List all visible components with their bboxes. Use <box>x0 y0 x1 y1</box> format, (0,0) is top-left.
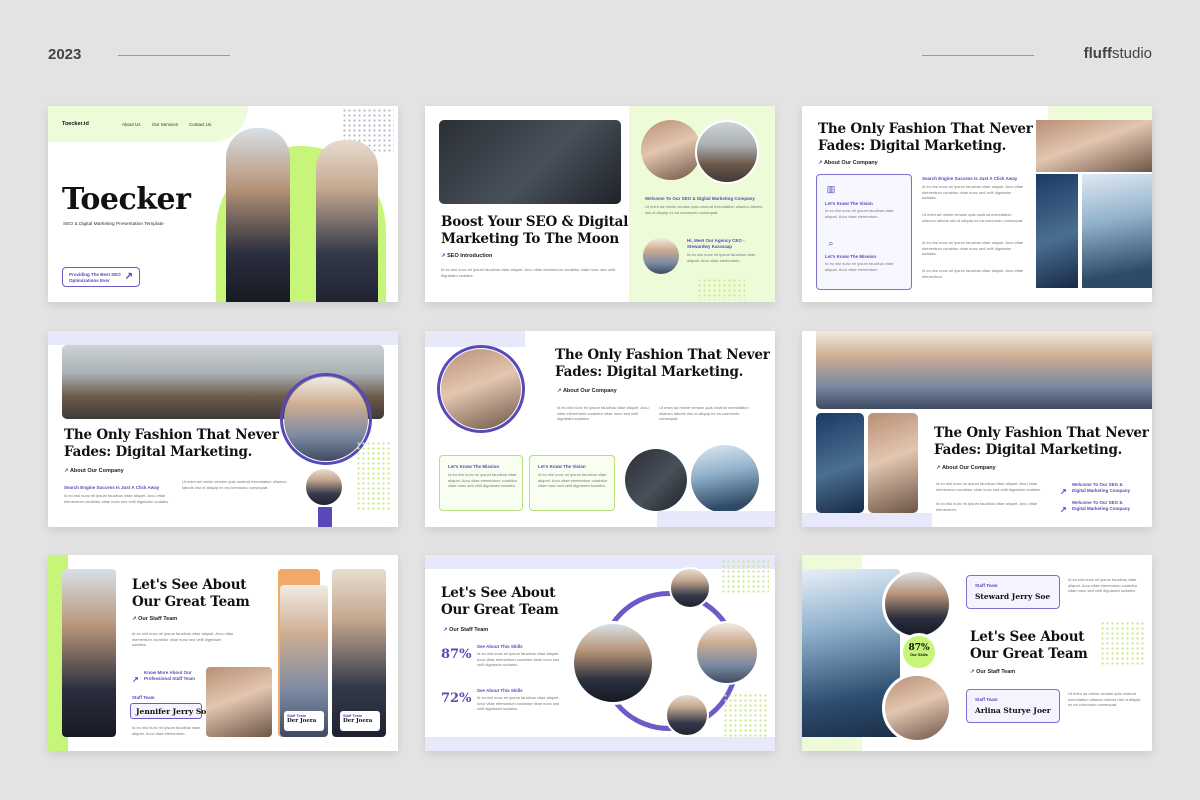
slide4-tag: ↗ About Our Company <box>64 468 124 474</box>
slide-team-skills[interactable]: Let's See About Our Great Team ↗ Our Staf… <box>425 555 775 751</box>
stat-87: 87% <box>441 647 472 662</box>
slide4-title: The Only Fashion That Never Fades: Digita… <box>64 427 279 460</box>
slide-team-steward[interactable]: 87% Our Skills Staff Team Steward Jerry … <box>802 555 1152 751</box>
slide-fashion-links[interactable]: The Only Fashion That Never Fades: Digita… <box>802 331 1152 527</box>
slide2-welcome: Welcome To Our SEO & Digital Marketing C… <box>645 196 755 201</box>
nav-about[interactable]: About Us <box>122 122 141 127</box>
photo-circle-woman-2 <box>695 621 759 685</box>
header-divider-left <box>118 55 230 56</box>
skill-badge: 87% Our Skills <box>900 633 938 671</box>
slide2-tag: ↗ SEO Introduction <box>441 253 493 259</box>
slide5-tag: ↗ About Our Company <box>557 388 617 394</box>
staff-card-jennifer: Staff Team Jennifer Jerry Soe <box>130 695 211 723</box>
nav-services[interactable]: Our Services <box>152 122 178 127</box>
photo-desk-worker <box>206 667 272 737</box>
staff-card-der-joera-1: Staff Team Der Joera <box>284 711 324 731</box>
photo-blue-chair <box>816 413 864 513</box>
year-label: 2023 <box>48 46 82 63</box>
mission-card: Let's Know The Mission Id eu nisl nunc m… <box>439 455 523 511</box>
slide-fashion-mission[interactable]: The Only Fashion That Never Fades: Digita… <box>425 331 775 527</box>
slide2-title: Boost Your SEO & Digital Marketing To The… <box>441 214 629 247</box>
photo-staff-woman <box>62 569 116 737</box>
staff-card-steward: Staff Team Steward Jerry Soe <box>966 575 1060 609</box>
logo-text: Toecker.id <box>62 121 89 127</box>
slide7-tag: ↗ Our Staff Team <box>132 616 178 622</box>
slide2-ceo: Hi, Meet Our Agency CEO - Stewardwy Karas… <box>687 238 745 249</box>
brand-logo: fluffstudio <box>1083 45 1152 62</box>
photo-ceo <box>643 238 679 274</box>
slide6-title: The Only Fashion That Never Fades: Digita… <box>934 425 1149 458</box>
photo-laptop-team <box>816 331 1152 409</box>
slide-boost-seo[interactable]: Boost Your SEO & Digital Marketing To The… <box>425 106 775 302</box>
photo-circle-woman-3 <box>665 693 709 737</box>
slide-fashion-office[interactable]: The Only Fashion That Never Fades: Digita… <box>48 331 398 527</box>
slide6-link-1[interactable]: ↗ Welcome To Our SEO & Digital Marketing C… <box>1060 481 1130 499</box>
photo-circle-lounge <box>691 445 759 513</box>
cover-title: Toecker <box>62 182 191 217</box>
photo-circle-meeting <box>641 120 701 180</box>
photo-discussion <box>868 413 918 513</box>
slide6-link-2[interactable]: ↗ Welcome To Our SEO & Digital Marketing C… <box>1060 499 1130 517</box>
photo-lounge <box>1082 174 1152 288</box>
slide6-tag: ↗ About Our Company <box>936 465 996 471</box>
photo-glass-building <box>1036 174 1078 288</box>
photo-circle-leader <box>571 621 655 705</box>
photo-circle-pair <box>304 467 344 507</box>
vision-mission-card: ▥ Let's Know The Vision Id eu nisl nunc … <box>816 174 912 290</box>
photo-night-office <box>439 120 621 204</box>
vision-card: Let's Know The Vision Id eu nisl nunc mi… <box>529 455 615 511</box>
slide9-tag: ↗ Our Staff Team <box>970 669 1016 675</box>
photo-circle-woman-1 <box>669 567 711 609</box>
header-divider-right <box>922 55 1034 56</box>
slide2-body: Id eu nisl nunc mi ipsum faucibus vitae … <box>441 267 615 278</box>
slide7-know-more-link[interactable]: ↗ Know More About Our Professional Staff T… <box>132 669 195 687</box>
staff-card-der-joera-2: Staff Team Der Joera <box>340 711 380 731</box>
slide7-title: Let's See About Our Great Team <box>132 577 250 610</box>
slide3-tag: ↗ About Our Company <box>818 160 878 166</box>
chart-icon: ▥ <box>826 184 836 194</box>
cover-subtitle: SEO & Digital Marketing Presentation Tem… <box>63 222 164 227</box>
cover-cta-button[interactable]: Providing The Best SEO Optimizations Ever… <box>62 267 140 287</box>
slide-cover[interactable]: Toecker.id About Us Our Services Contact… <box>48 106 398 302</box>
photo-team-table <box>1036 120 1152 172</box>
stat-72: 72% <box>441 691 472 706</box>
nav-contact[interactable]: Contact Us <box>189 122 211 127</box>
slide-team-jennifer[interactable]: Let's See About Our Great Team ↗ Our Staf… <box>48 555 398 751</box>
photo-circle-steward <box>882 569 952 639</box>
photo-circle-workshop <box>441 349 521 429</box>
photo-businessman-left <box>226 128 290 302</box>
staff-card-arlina: Staff Team Arlina Sturye Joer <box>966 689 1060 723</box>
slide5-title: The Only Fashion That Never Fades: Digita… <box>555 347 770 380</box>
slide3-search-tagline: Search Engine Success Is Just A Click Aw… <box>922 176 1018 181</box>
photo-circle-team <box>695 120 759 184</box>
search-icon: ⌕ <box>828 238 834 248</box>
photo-circle-group <box>625 449 687 511</box>
slide8-title: Let's See About Our Great Team <box>441 585 559 618</box>
slide3-title: The Only Fashion That Never Fades: Digita… <box>818 121 1033 154</box>
slide9-title: Let's See About Our Great Team <box>970 629 1088 662</box>
photo-circle-arlina <box>882 673 952 743</box>
slide8-tag: ↗ Our Staff Team <box>443 627 489 633</box>
photo-businessman-right <box>316 140 378 302</box>
slide-about-company[interactable]: The Only Fashion That Never Fades: Digita… <box>802 106 1152 302</box>
arrow-up-right-icon: ↗ <box>124 271 133 282</box>
